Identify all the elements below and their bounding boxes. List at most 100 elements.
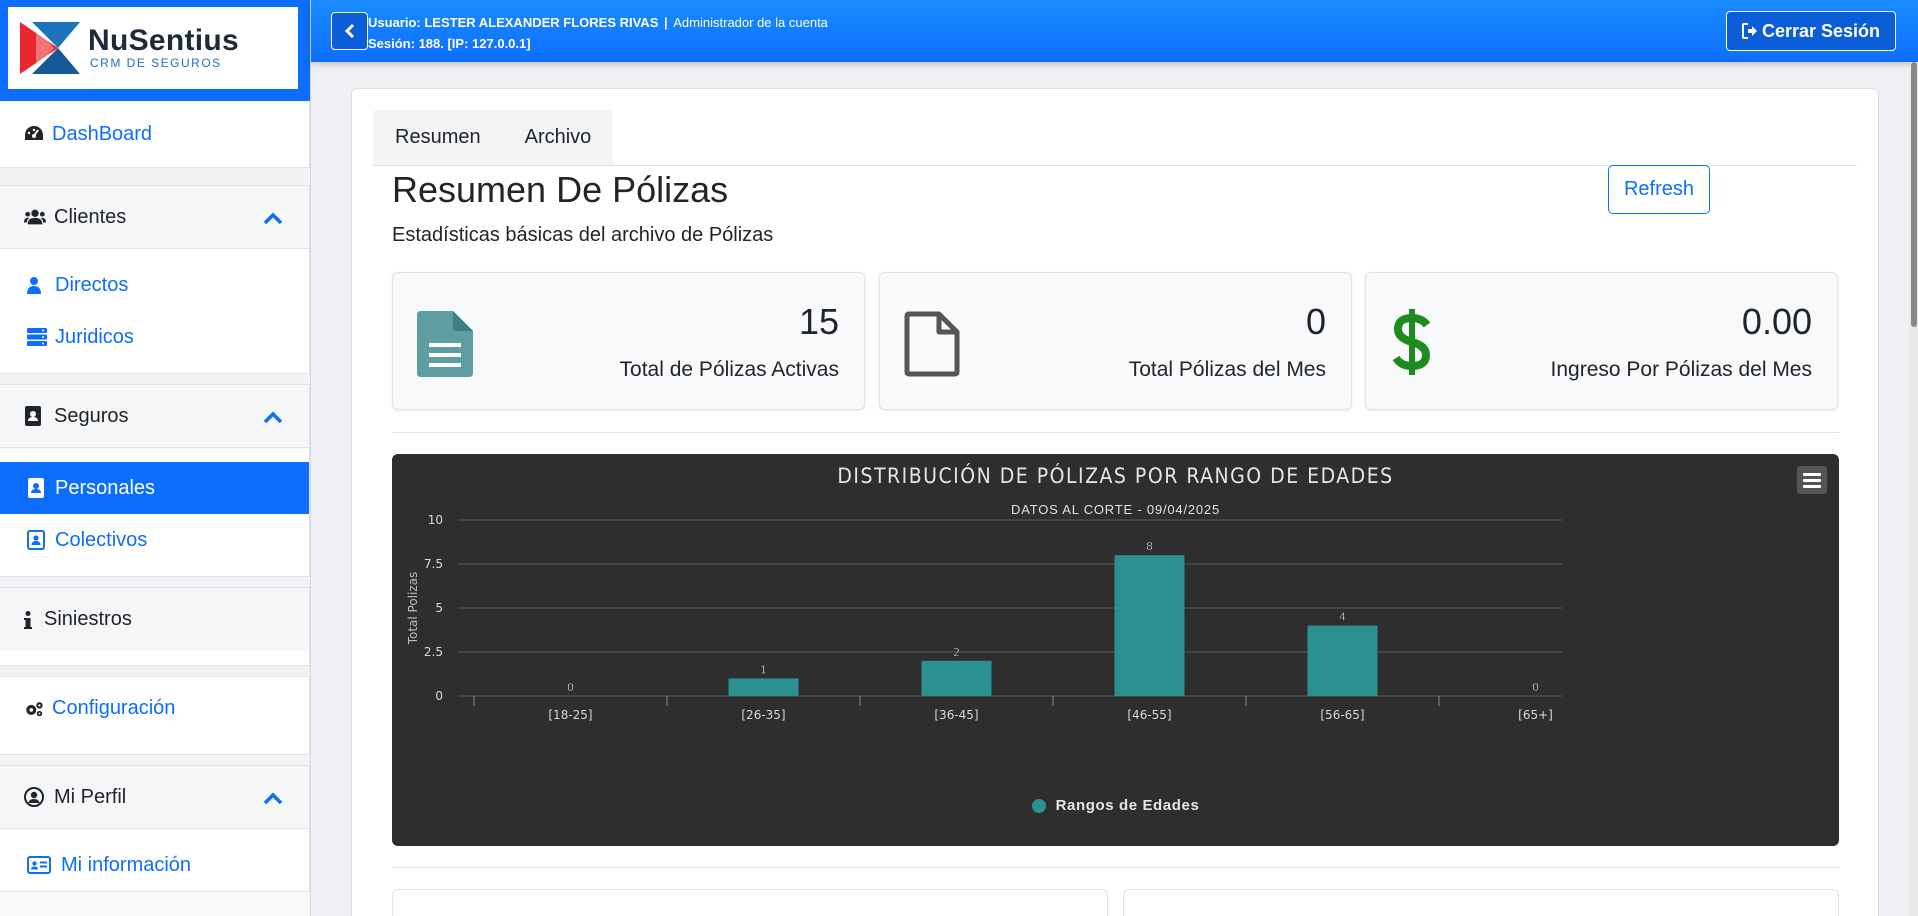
stat-card-active-policies: 15 Total de Pólizas Activas (392, 272, 865, 410)
stat-card-month-income: 0.00 Ingreso Por Pólizas del Mes (1365, 272, 1838, 410)
nav-group-seguros: Seguros Personales Colectivos (0, 384, 310, 577)
sidebar-section-label: Seguros (54, 404, 129, 427)
chevron-up-icon[interactable] (263, 208, 283, 231)
chart-plot: 0 2.5 5 7.5 10 Total Polizas 0 [18-25] 1 [26-35] 2… (406, 513, 1562, 722)
sidebar-item-directos[interactable]: Directos (0, 259, 309, 311)
sidebar-section-label: Mi Perfil (54, 785, 127, 808)
x-tick-label: [36-45] (934, 708, 978, 722)
dollar-icon (1392, 309, 1432, 380)
page-scrollbar[interactable] (1910, 62, 1918, 916)
sidebar-section-label: Clientes (54, 205, 127, 228)
age-distribution-chart: Distribución de Pólizas por Rango de Eda… (392, 454, 1839, 846)
data-label: 8 (1146, 540, 1153, 553)
sidebar-item-dashboard[interactable]: DashBoard (0, 101, 309, 167)
gears-icon (24, 700, 44, 718)
sidebar-item-label: Juridicos (55, 325, 134, 348)
sidebar-section-seguros[interactable]: Seguros (0, 385, 309, 448)
data-label: 2 (953, 646, 960, 659)
sidebar-section-clientes[interactable]: Clientes (0, 186, 309, 249)
sidebar-item-label: Configuración (52, 697, 176, 719)
bar (728, 678, 799, 696)
stat-value: 0 (1305, 301, 1326, 342)
bar (1307, 625, 1378, 696)
chevron-up-icon[interactable] (263, 788, 283, 811)
user-icon (27, 276, 47, 294)
stat-value: 0.00 (1741, 301, 1812, 342)
data-label: 4 (1339, 611, 1346, 624)
divider (392, 432, 1839, 433)
users-icon (24, 208, 46, 226)
logout-label: Cerrar Sesión (1761, 20, 1881, 41)
legend-marker (1031, 798, 1046, 813)
logo-mark-icon (20, 22, 80, 74)
file-outline-icon (904, 311, 960, 382)
user-circle-icon (24, 787, 46, 807)
sidebar-section-siniestros[interactable]: Siniestros (0, 588, 309, 651)
collapse-sidebar-button[interactable] (331, 12, 368, 50)
sidebar-item-label: Personales (55, 476, 156, 499)
contact-book-icon (27, 478, 47, 498)
y-tick-label: 0 (435, 689, 443, 703)
tab-bar: Resumen Archivo (373, 110, 614, 165)
separator: | (664, 15, 668, 30)
stat-label: Total Pólizas del Mes (1128, 358, 1326, 381)
data-label: 0 (567, 681, 574, 694)
sidebar-item-label: Directos (55, 273, 129, 296)
tab-resumen[interactable]: Resumen (373, 110, 503, 165)
chevron-left-icon (344, 23, 354, 39)
tab-archivo[interactable]: Archivo (503, 110, 614, 165)
stat-label: Ingreso Por Pólizas del Mes (1550, 358, 1812, 381)
nav-group-perfil: Mi Perfil Mi información (0, 765, 310, 892)
server-icon (27, 328, 47, 346)
data-label: 1 (760, 663, 767, 676)
sidebar-section-label: Siniestros (44, 608, 132, 630)
y-tick-label: 10 (428, 513, 443, 527)
sidebar-item-mi-informacion[interactable]: Mi información (0, 839, 309, 891)
logo-tagline: CRM DE SEGUROS (90, 56, 222, 70)
nav-group-configuracion: Configuración (0, 676, 310, 755)
id-card-icon (27, 856, 53, 874)
stat-card-month-policies: 0 Total Pólizas del Mes (879, 272, 1352, 410)
bar (921, 660, 992, 696)
refresh-button[interactable]: Refresh (1608, 165, 1710, 214)
sidebar-item-juridicos[interactable]: Juridicos (0, 311, 309, 363)
divider (392, 867, 1839, 868)
logo-brand: NuSentius (88, 24, 240, 57)
chevron-up-icon[interactable] (263, 407, 283, 430)
spacer (0, 577, 310, 587)
chart-legend[interactable]: Rangos de Edades (392, 797, 1839, 814)
bottom-card-left (392, 889, 1108, 916)
spacer (0, 374, 310, 384)
session-line: Sesión: 188. [IP: 127.0.0.1] (368, 36, 531, 51)
logo[interactable]: NuSentius CRM DE SEGUROS (8, 7, 298, 89)
y-tick-label: 5 (435, 601, 443, 615)
gauge-icon (24, 125, 44, 143)
sidebar: NuSentius CRM DE SEGUROS DashBoard Clien… (0, 0, 311, 916)
data-label: 0 (1532, 681, 1539, 694)
top-bar: Usuario: LESTER ALEXANDER FLORES RIVAS |… (311, 0, 1918, 62)
logo-area: NuSentius CRM DE SEGUROS (0, 0, 310, 101)
sidebar-item-label: DashBoard (52, 122, 153, 145)
sign-out-icon (1741, 23, 1757, 39)
sidebar-section-perfil[interactable]: Mi Perfil (0, 766, 309, 829)
sidebar-item-configuracion[interactable]: Configuración (0, 677, 309, 740)
y-tick-label: 7.5 (424, 557, 443, 571)
scrollbar-thumb[interactable] (1911, 62, 1917, 327)
x-tick-label: [18-25] (548, 708, 592, 722)
session-info: Usuario: LESTER ALEXANDER FLORES RIVAS |… (368, 12, 828, 54)
user-name: Usuario: LESTER ALEXANDER FLORES RIVAS (368, 15, 659, 30)
user-role: Administrador de la cuenta (673, 15, 828, 30)
info-icon (24, 610, 36, 629)
address-book-icon (27, 530, 47, 550)
sidebar-item-label: Mi información (61, 853, 192, 876)
x-tick-label: [26-35] (741, 708, 785, 722)
bottom-card-right (1123, 889, 1839, 916)
sidebar-item-personales[interactable]: Personales (0, 462, 309, 514)
y-tick-label: 2.5 (424, 645, 443, 659)
sidebar-item-colectivos[interactable]: Colectivos (0, 514, 309, 566)
logout-button[interactable]: Cerrar Sesión (1726, 11, 1896, 51)
contact-book-icon (24, 406, 46, 426)
spacer (0, 666, 310, 676)
bar (1114, 555, 1185, 696)
sidebar-item-label: Colectivos (55, 528, 148, 551)
